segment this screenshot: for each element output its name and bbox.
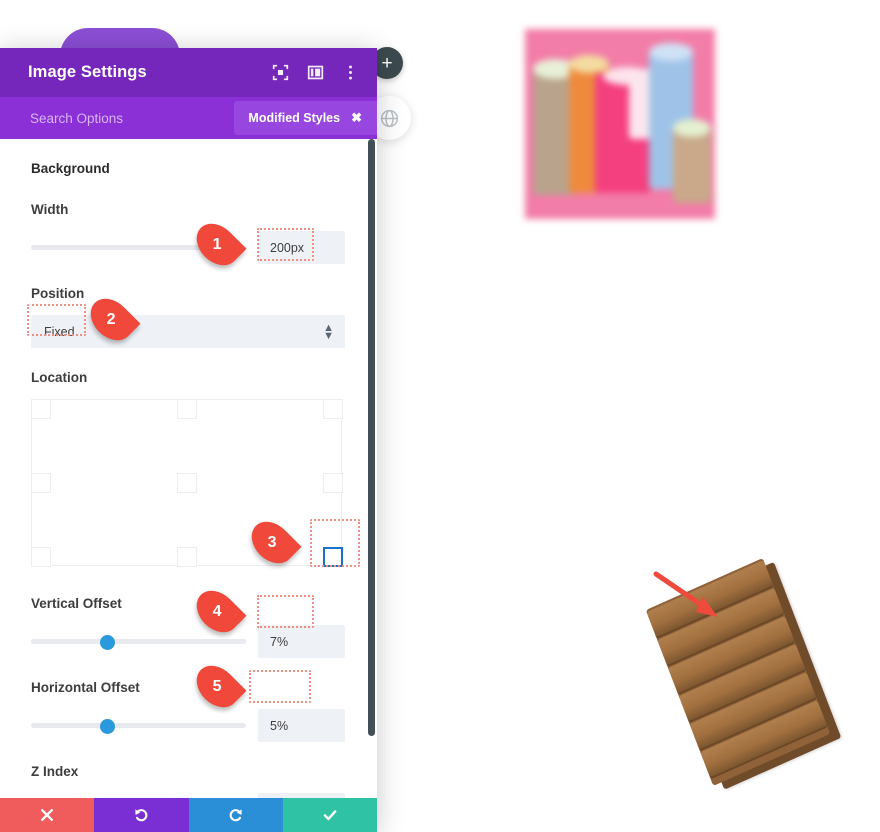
check-icon [323, 810, 337, 821]
location-cell-bottom-center[interactable] [177, 547, 197, 567]
location-cell-middle-center[interactable] [177, 473, 197, 493]
field-horizontal-offset: Horizontal Offset [31, 680, 345, 742]
red-pointer-arrow-icon [653, 571, 718, 617]
vertical-offset-slider-track [31, 639, 246, 644]
callout-2-number: 2 [107, 310, 116, 328]
panel-body: Background Width Position [0, 139, 377, 798]
position-select[interactable]: Fixed [31, 315, 345, 348]
location-cell-middle-left[interactable] [31, 473, 51, 493]
z-index-input[interactable] [258, 793, 345, 798]
save-button[interactable] [282, 798, 377, 832]
vertical-offset-label: Vertical Offset [31, 596, 122, 611]
position-selected-value: Fixed [44, 324, 75, 339]
location-cell-bottom-left[interactable] [31, 547, 51, 567]
panel-footer [0, 798, 377, 832]
callout-4-number: 4 [213, 602, 222, 620]
location-cell-top-center[interactable] [177, 399, 197, 419]
panel-header-actions [272, 64, 359, 81]
vertical-offset-slider[interactable] [31, 634, 246, 650]
thread-spools-image [525, 29, 715, 219]
vertical-offset-slider-thumb[interactable] [99, 634, 115, 650]
width-label: Width [31, 202, 69, 217]
panel-scrollbar-thumb[interactable] [368, 139, 375, 736]
chocolate-bar-image [640, 558, 855, 790]
panel-scrollbar[interactable] [366, 139, 377, 798]
redo-icon [229, 809, 242, 822]
page-title: Image Settings [28, 63, 147, 81]
width-value-input[interactable] [258, 231, 345, 264]
location-cell-bottom-right[interactable] [323, 547, 343, 567]
image-settings-panel: Image Settings Search Options Modified S… [0, 48, 377, 832]
field-z-index: Z Index [31, 764, 345, 798]
focus-target-icon[interactable] [272, 64, 289, 81]
horizontal-offset-label: Horizontal Offset [31, 680, 140, 695]
field-vertical-offset: Vertical Offset [31, 596, 345, 658]
horizontal-offset-slider[interactable] [31, 718, 246, 734]
callout-3-number: 3 [268, 533, 277, 551]
close-icon[interactable]: ✖ [351, 110, 362, 126]
location-cell-top-right[interactable] [323, 399, 343, 419]
undo-icon [135, 809, 148, 822]
location-cell-top-left[interactable] [31, 399, 51, 419]
panel-search-bar: Modified Styles ✖ [0, 97, 377, 139]
modified-styles-badge[interactable]: Modified Styles ✖ [234, 101, 377, 135]
redo-button[interactable] [188, 798, 283, 832]
z-index-label: Z Index [31, 764, 79, 779]
cancel-button[interactable] [0, 798, 95, 832]
callout-1-number: 1 [213, 235, 222, 253]
horizontal-offset-input[interactable] [258, 709, 345, 742]
panel-header: Image Settings [0, 48, 377, 97]
position-label: Position [31, 286, 85, 301]
horizontal-offset-slider-thumb[interactable] [99, 718, 115, 734]
undo-button[interactable] [94, 798, 189, 832]
field-width: Width [31, 202, 345, 264]
more-vertical-icon[interactable] [342, 64, 359, 81]
modified-styles-label: Modified Styles [248, 111, 341, 125]
screen: + Image Settings Search Options Modified… [0, 0, 880, 832]
horizontal-offset-slider-track [31, 723, 246, 728]
callout-5-number: 5 [213, 677, 222, 695]
field-location: Location [31, 370, 345, 567]
location-label: Location [31, 370, 88, 385]
globe-icon [380, 109, 398, 127]
plus-icon: + [381, 52, 393, 74]
section-title-background: Background [31, 161, 110, 176]
location-cell-middle-right[interactable] [323, 473, 343, 493]
layout-columns-icon[interactable] [307, 64, 324, 81]
vertical-offset-input[interactable] [258, 625, 345, 658]
close-icon [41, 809, 54, 821]
field-position: Position Fixed ▲ ▼ [31, 286, 345, 348]
